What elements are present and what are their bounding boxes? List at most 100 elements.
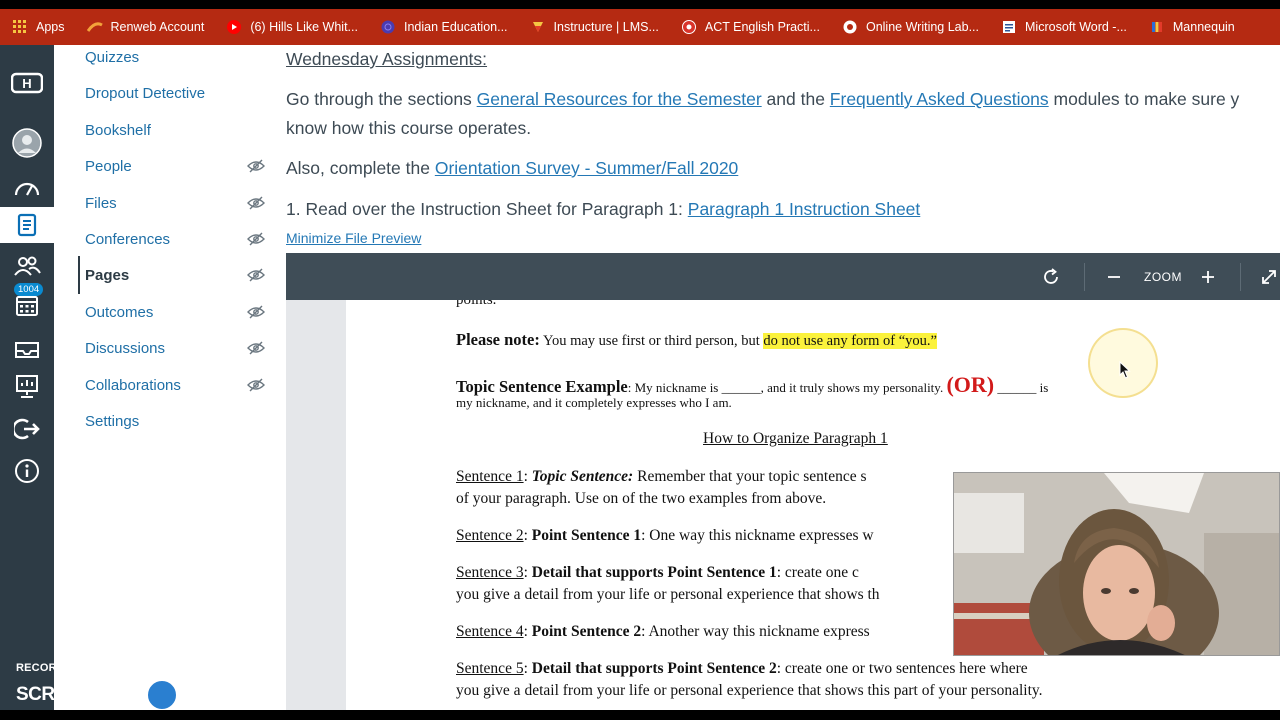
doc-text: you give a detail from your life or pers… <box>456 682 1043 699</box>
svg-text:H: H <box>22 76 31 91</box>
doc-text: my nickname, and it completely expresses… <box>456 395 732 410</box>
page-heading: Wednesday Assignments: <box>286 49 488 69</box>
doc-text: you give a detail from your life or pers… <box>456 586 880 603</box>
course-nav-label: Settings <box>85 412 140 430</box>
course-nav-settings[interactable]: Settings <box>85 408 265 434</box>
paragraph-survey: Also, complete the Orientation Survey - … <box>286 158 738 179</box>
course-nav-people[interactable]: People <box>85 153 265 179</box>
bookmark-act-english[interactable]: ACT English Practi... <box>681 19 820 35</box>
zoom-out-button[interactable] <box>1102 265 1126 289</box>
youtube-icon <box>226 19 242 35</box>
doc-text: Remember that your topic sentence s <box>633 468 867 485</box>
bookmark-online-writing-lab[interactable]: Online Writing Lab... <box>842 19 979 35</box>
info-icon[interactable] <box>0 453 54 489</box>
text-span: modules to make sure y <box>1048 89 1240 109</box>
course-nav-discussions[interactable]: Discussions <box>85 335 265 361</box>
course-nav-outcomes[interactable]: Outcomes <box>85 299 265 325</box>
zoom-label: ZOOM <box>1138 265 1188 289</box>
fullscreen-button[interactable] <box>1258 265 1280 289</box>
apps-grid-icon <box>12 19 28 35</box>
doc-sentence-5: Sentence 5: Detail that supports Point S… <box>456 660 1028 677</box>
toolbar-divider <box>1084 263 1085 291</box>
doc-please-note: Please note: You may use first or third … <box>456 330 937 350</box>
bookmark-label: (6) Hills Like Whit... <box>250 20 358 34</box>
bookmark-youtube[interactable]: (6) Hills Like Whit... <box>226 19 358 35</box>
bookmark-label: Mannequin <box>1172 20 1235 34</box>
word-doc-icon <box>1001 19 1017 35</box>
doc-sentence-2: Sentence 2: Point Sentence 1: One way th… <box>456 527 874 544</box>
inbox-icon[interactable] <box>0 331 54 367</box>
watermark-logo: SCREENCAST MATIC <box>16 678 239 712</box>
bookmark-label: Apps <box>36 20 65 34</box>
plus-icon <box>1202 271 1214 283</box>
renweb-icon <box>86 19 103 35</box>
course-nav-label: Outcomes <box>85 303 154 321</box>
owl-icon <box>842 19 858 35</box>
help-redirect-icon[interactable] <box>0 411 54 447</box>
doc-bold: Point Sentence 1 <box>531 527 642 544</box>
course-nav-files[interactable]: Files <box>85 190 265 216</box>
doc-sentence-label: Sentence 5 <box>456 660 524 677</box>
text-span: Go through the sections <box>286 89 477 109</box>
bottom-black-strip <box>0 710 1280 720</box>
toolbar-divider <box>1240 263 1241 291</box>
doc-sentence-1: Sentence 1: Topic Sentence: Remember tha… <box>456 468 867 485</box>
commons-icon[interactable] <box>0 369 54 405</box>
course-nav-pages[interactable]: Pages <box>85 262 265 288</box>
course-nav-conferences[interactable]: Conferences <box>85 226 265 252</box>
link-orientation-survey[interactable]: Orientation Survey - Summer/Fall 2020 <box>435 158 738 178</box>
courses-icon[interactable] <box>0 207 54 243</box>
text-span: and the <box>761 89 830 109</box>
link-faq[interactable]: Frequently Asked Questions <box>830 89 1049 109</box>
course-nav-label: Quizzes <box>85 48 140 66</box>
zoom-in-button[interactable] <box>1196 265 1220 289</box>
doc-bold: Please note: <box>456 330 540 349</box>
text-span: 1. Read over the Instruction Sheet for P… <box>286 199 688 219</box>
bookmark-apps[interactable]: Apps <box>12 19 65 35</box>
course-nav-label: Bookshelf <box>85 121 151 139</box>
doc-bold: Detail that supports Point Sentence 1 <box>531 564 777 581</box>
mannequin-icon <box>1149 19 1165 35</box>
bookmark-mannequin[interactable]: Mannequin <box>1149 19 1235 35</box>
course-nav-collaborations[interactable]: Collaborations <box>85 372 265 398</box>
doc-bold: Point Sentence 2 <box>531 623 642 640</box>
bookmark-renweb[interactable]: Renweb Account <box>86 19 205 35</box>
rotate-icon <box>1044 268 1058 284</box>
mouse-pointer-icon <box>1119 361 1131 379</box>
course-nav-quizzes[interactable]: Quizzes <box>85 44 265 70</box>
globe-icon <box>380 19 396 35</box>
course-nav-label: Discussions <box>85 339 166 357</box>
course-navigation: Quizzes Dropout Detective Bookshelf Peop… <box>54 45 286 710</box>
link-general-resources[interactable]: General Resources for the Semester <box>477 89 762 109</box>
link-paragraph-1-instruction-sheet[interactable]: Paragraph 1 Instruction Sheet <box>688 199 921 219</box>
watermark-text: MATIC <box>181 684 239 705</box>
hidden-eye-icon <box>247 378 265 392</box>
bookmark-indian-education[interactable]: Indian Education... <box>380 19 508 35</box>
course-nav-bookshelf[interactable]: Bookshelf <box>85 117 265 143</box>
bookmarks-bar: Apps Renweb Account (6) Hills Like Whit.… <box>0 9 1280 45</box>
doc-bold: Topic Sentence Example <box>456 377 628 396</box>
account-avatar-icon[interactable] <box>0 125 54 161</box>
dashboard-icon[interactable] <box>0 169 54 205</box>
groups-icon[interactable] <box>0 248 54 284</box>
doc-sentence-label: Sentence 1 <box>456 468 524 485</box>
bookmark-label: Renweb Account <box>110 20 205 34</box>
bookmark-instructure[interactable]: Instructure | LMS... <box>530 19 659 35</box>
minimize-file-preview-link[interactable]: Minimize File Preview <box>286 230 421 246</box>
institution-logo-icon[interactable]: H <box>0 65 54 101</box>
watermark-recorded-with: RECORDED WITH <box>16 662 113 674</box>
doc-text: : My nickname is ______, and it truly sh… <box>627 380 947 395</box>
watermark-text: SCREENCAST <box>16 684 142 705</box>
doc-or-annotation: (OR) <box>946 372 995 397</box>
bookmark-microsoft-word[interactable]: Microsoft Word -... <box>1001 19 1127 35</box>
top-black-strip <box>0 0 1280 9</box>
doc-text: ______ is <box>994 380 1049 395</box>
course-nav-label: People <box>85 157 132 175</box>
rotate-button[interactable] <box>1038 265 1064 289</box>
doc-text: : create one or two sentences here where <box>776 660 1028 677</box>
course-nav-label: Collaborations <box>85 376 181 394</box>
active-item-indicator <box>78 256 80 294</box>
instructure-icon <box>530 19 546 35</box>
hidden-eye-icon <box>247 232 265 246</box>
course-nav-dropout-detective[interactable]: Dropout Detective <box>85 80 265 106</box>
